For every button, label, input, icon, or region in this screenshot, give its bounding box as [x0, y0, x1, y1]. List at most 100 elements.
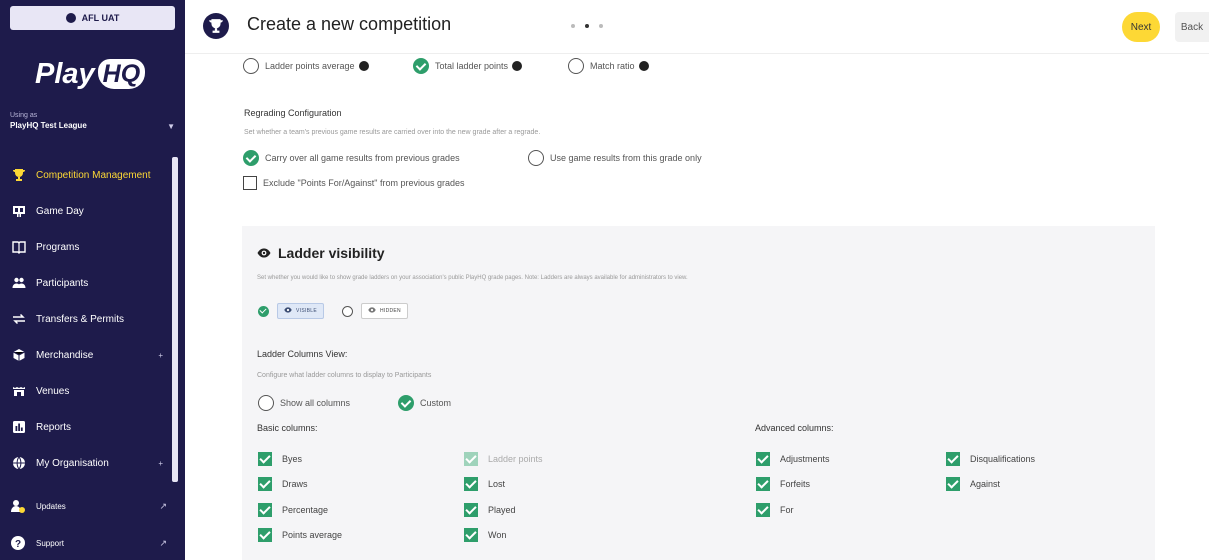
chevron-down-icon: ▼ — [167, 122, 175, 131]
sidebar-item-my-organisation[interactable]: My Organisation + — [0, 445, 185, 481]
exclude-points-checkbox-row[interactable]: Exclude "Points For/Against" from previo… — [243, 176, 464, 190]
option-show-all-columns[interactable]: Show all columns — [258, 395, 350, 411]
sidebar-item-label: Programs — [36, 241, 80, 253]
checkbox-label: Exclude "Points For/Against" from previo… — [263, 178, 465, 188]
checkbox-checked[interactable] — [756, 477, 770, 491]
option-use-grade-results[interactable]: Use game results from this grade only — [528, 150, 702, 166]
option-hidden[interactable]: HIDDEN — [342, 303, 408, 319]
sidebar-item-participants[interactable]: Participants — [0, 265, 185, 301]
column-against[interactable]: Against — [946, 477, 1000, 491]
hidden-chip: HIDDEN — [361, 303, 408, 319]
sidebar-item-label: Game Day — [36, 205, 84, 217]
column-ladder-points: Ladder points — [464, 452, 543, 466]
sidebar-item-competition-management[interactable]: Competition Management — [0, 157, 185, 193]
visible-label: VISIBLE — [296, 308, 317, 314]
column-points-average[interactable]: Points average — [258, 528, 342, 542]
sidebar-item-venues[interactable]: Venues — [0, 373, 185, 409]
column-won[interactable]: Won — [464, 528, 506, 542]
book-icon — [12, 240, 26, 254]
radio-button[interactable] — [568, 58, 584, 74]
column-percentage[interactable]: Percentage — [258, 503, 328, 517]
sidebar-item-label: Merchandise — [36, 349, 94, 361]
column-played[interactable]: Played — [464, 503, 516, 517]
sidebar-item-reports[interactable]: Reports — [0, 409, 185, 445]
expand-icon[interactable]: + — [158, 459, 163, 468]
ladder-visibility-title-text: Ladder visibility — [278, 245, 385, 261]
option-ladder-points-average[interactable]: Ladder points average — [243, 58, 369, 74]
sidebar-item-merchandise[interactable]: Merchandise + — [0, 337, 185, 373]
checkbox-checked[interactable] — [464, 503, 478, 517]
sidebar-item-label: Participants — [36, 277, 89, 289]
column-for[interactable]: For — [756, 503, 794, 517]
radio-button-selected[interactable] — [413, 58, 429, 74]
info-icon[interactable] — [358, 61, 369, 71]
radio-button-selected[interactable] — [258, 305, 269, 317]
radio-button[interactable] — [342, 305, 353, 317]
next-button[interactable]: Next — [1122, 12, 1160, 42]
option-label: Ladder points average — [265, 61, 355, 71]
radio-button[interactable] — [243, 58, 259, 74]
playhq-logo[interactable]: Play HQ — [35, 52, 146, 96]
checkbox-checked[interactable] — [258, 528, 272, 542]
expand-icon[interactable]: + — [158, 351, 163, 360]
sidebar-item-game-day[interactable]: Game Day — [0, 193, 185, 229]
org-icon — [65, 13, 76, 23]
step-dot-current — [585, 24, 589, 28]
option-match-ratio[interactable]: Match ratio — [568, 58, 649, 74]
checkbox-checked[interactable] — [946, 477, 960, 491]
checkbox-checked[interactable] — [464, 528, 478, 542]
info-icon[interactable] — [512, 61, 523, 71]
reports-icon — [12, 420, 26, 434]
option-visible[interactable]: VISIBLE — [258, 303, 324, 319]
column-label: Forfeits — [780, 479, 811, 489]
logo-hq: HQ — [97, 59, 146, 89]
trophy-icon — [203, 13, 229, 39]
option-custom-columns[interactable]: Custom — [398, 395, 451, 411]
checkbox-checked[interactable] — [946, 452, 960, 466]
column-disqualifications[interactable]: Disqualifications — [946, 452, 1035, 466]
checkbox-checked[interactable] — [258, 452, 272, 466]
eye-icon — [284, 307, 292, 315]
ladder-visibility-panel: Ladder visibility Set whether you would … — [242, 226, 1155, 560]
column-forfeits[interactable]: Forfeits — [756, 477, 810, 491]
sidebar-item-transfers-permits[interactable]: Transfers & Permits — [0, 301, 185, 337]
sidebar-item-programs[interactable]: Programs — [0, 229, 185, 265]
checkbox-checked[interactable] — [258, 503, 272, 517]
organisation-selector[interactable]: Using as PlayHQ Test League ▼ — [10, 112, 175, 131]
sidebar-item-updates[interactable]: Updates ↗ — [10, 493, 175, 519]
main-content: Ladder points average Total ladder point… — [185, 54, 1209, 560]
org-label: Using as — [10, 112, 38, 119]
org-switcher[interactable]: AFL UAT — [10, 6, 175, 30]
people-icon — [12, 276, 26, 290]
radio-button[interactable] — [528, 150, 544, 166]
checkbox-checked[interactable] — [258, 477, 272, 491]
stadium-icon — [12, 384, 26, 398]
radio-button-selected[interactable] — [243, 150, 259, 166]
radio-button-selected[interactable] — [398, 395, 414, 411]
column-draws[interactable]: Draws — [258, 477, 308, 491]
checkbox-checked[interactable] — [756, 452, 770, 466]
trophy-icon — [12, 168, 26, 182]
page-title: Create a new competition — [247, 14, 452, 34]
option-total-ladder-points[interactable]: Total ladder points — [413, 58, 523, 74]
exclude-points-checkbox[interactable] — [243, 176, 257, 190]
info-icon[interactable] — [638, 61, 649, 71]
option-carry-over-results[interactable]: Carry over all game results from previou… — [243, 150, 460, 166]
column-lost[interactable]: Lost — [464, 477, 505, 491]
checkbox-checked[interactable] — [464, 477, 478, 491]
sidebar-item-label: Transfers & Permits — [36, 313, 124, 325]
external-link-icon: ↗ — [159, 537, 167, 548]
radio-button[interactable] — [258, 395, 274, 411]
sidebar-item-support[interactable]: ? Support ↗ — [10, 530, 175, 556]
step-dot — [571, 24, 575, 28]
hidden-label: HIDDEN — [380, 308, 401, 314]
checkbox-checked[interactable] — [756, 503, 770, 517]
basic-columns-title: Basic columns: — [257, 423, 318, 433]
option-label: Match ratio — [590, 61, 635, 71]
column-byes[interactable]: Byes — [258, 452, 302, 466]
sidebar-item-label: Support — [36, 538, 65, 548]
column-adjustments[interactable]: Adjustments — [756, 452, 830, 466]
back-button[interactable]: Back — [1175, 12, 1209, 42]
updates-icon — [10, 498, 26, 514]
step-dot — [599, 24, 603, 28]
